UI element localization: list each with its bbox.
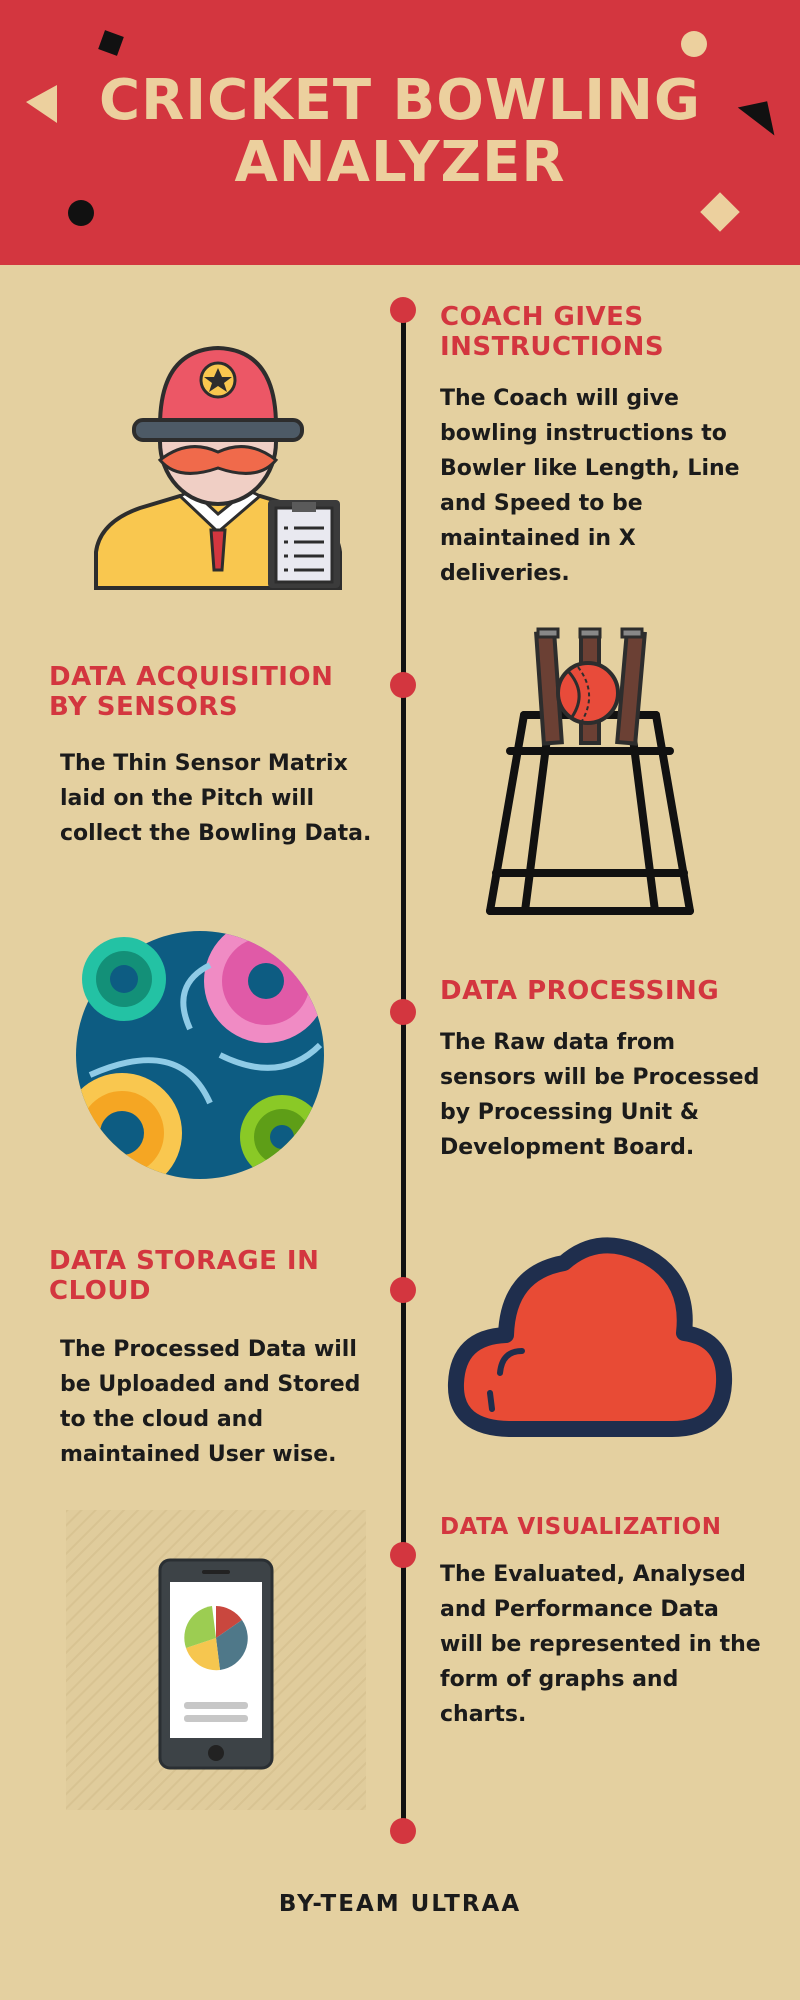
body-line: The Thin Sensor Matrix	[60, 751, 348, 776]
body-line: by Processing Unit &	[440, 1100, 700, 1125]
title-line-1: CRICKET BOWLING	[99, 68, 701, 133]
wickets-ball-icon	[486, 627, 694, 915]
step-body-visualization: The Evaluated, Analysed and Performance …	[440, 1557, 761, 1732]
body-line: The Coach will give	[440, 386, 679, 411]
timeline-dot	[390, 672, 416, 698]
step-title-line: BY SENSORS	[49, 692, 239, 722]
step-title-line: INSTRUCTIONS	[440, 332, 665, 362]
timeline-dot	[390, 1542, 416, 1568]
body-line: bowling instructions to	[440, 421, 727, 446]
body-line: maintained User wise.	[60, 1442, 337, 1467]
step-title-acquisition: DATA ACQUISITION BY SENSORS	[49, 662, 333, 722]
body-line: The Raw data from	[440, 1030, 676, 1055]
cloud-icon	[447, 1237, 733, 1437]
step-title-visualization: DATA VISUALIZATION	[440, 1512, 721, 1542]
body-line: Development Board.	[440, 1135, 695, 1160]
infographic-page: CRICKET BOWLING ANALYZER COACH GIVES INS…	[0, 0, 800, 2000]
body-line: The Evaluated, Analysed	[440, 1562, 746, 1587]
step-body-acquisition: The Thin Sensor Matrix laid on the Pitch…	[60, 746, 371, 851]
footer-credit: BY-TEAM ULTRAA	[278, 1891, 522, 1917]
body-line: to the cloud and	[60, 1407, 264, 1432]
step-body-storage: The Processed Data will be Uploaded and …	[60, 1332, 360, 1472]
title-line-2: ANALYZER	[234, 130, 566, 195]
phone-pie-chart-icon	[66, 1510, 366, 1810]
body-line: maintained in X	[440, 526, 636, 551]
timeline-dot	[390, 1818, 416, 1844]
body-line: The Processed Data will	[60, 1337, 357, 1362]
body-line: laid on the Pitch will	[60, 786, 315, 811]
timeline-dot	[390, 999, 416, 1025]
body-line: Bowler like Length, Line	[440, 456, 740, 481]
step-title-line: CLOUD	[49, 1276, 152, 1306]
step-title-line: DATA VISUALIZATION	[440, 1514, 722, 1540]
step-title-processing: DATA PROCESSING	[440, 976, 719, 1006]
body-line: form of graphs and	[440, 1667, 679, 1692]
step-title-line: DATA ACQUISITION	[49, 662, 334, 692]
step-title-line: COACH GIVES	[440, 302, 644, 332]
header-banner: CRICKET BOWLING ANALYZER	[0, 0, 800, 265]
step-title-line: DATA PROCESSING	[440, 976, 720, 1006]
body-line: will be represented in the	[440, 1632, 761, 1657]
timeline-line	[401, 308, 406, 1832]
gears-icon	[76, 931, 324, 1179]
body-line: sensors will be Processed	[440, 1065, 760, 1090]
body-line: and Performance Data	[440, 1597, 719, 1622]
body-line: charts.	[440, 1702, 527, 1727]
body-line: deliveries.	[440, 561, 570, 586]
body-line: collect the Bowling Data.	[60, 821, 372, 846]
body-line: and Speed to be	[440, 491, 643, 516]
step-title-storage: DATA STORAGE IN CLOUD	[49, 1246, 319, 1306]
body-line: be Uploaded and Stored	[60, 1372, 361, 1397]
step-body-processing: The Raw data from sensors will be Proces…	[440, 1025, 759, 1165]
step-title-line: DATA STORAGE IN	[49, 1246, 320, 1276]
step-title-coach: COACH GIVES INSTRUCTIONS	[440, 302, 664, 362]
timeline-dot	[390, 297, 416, 323]
page-title: CRICKET BOWLING ANALYZER	[0, 70, 800, 194]
step-body-coach: The Coach will give bowling instructions…	[440, 381, 740, 591]
coach-icon	[94, 345, 342, 590]
timeline-dot	[390, 1277, 416, 1303]
